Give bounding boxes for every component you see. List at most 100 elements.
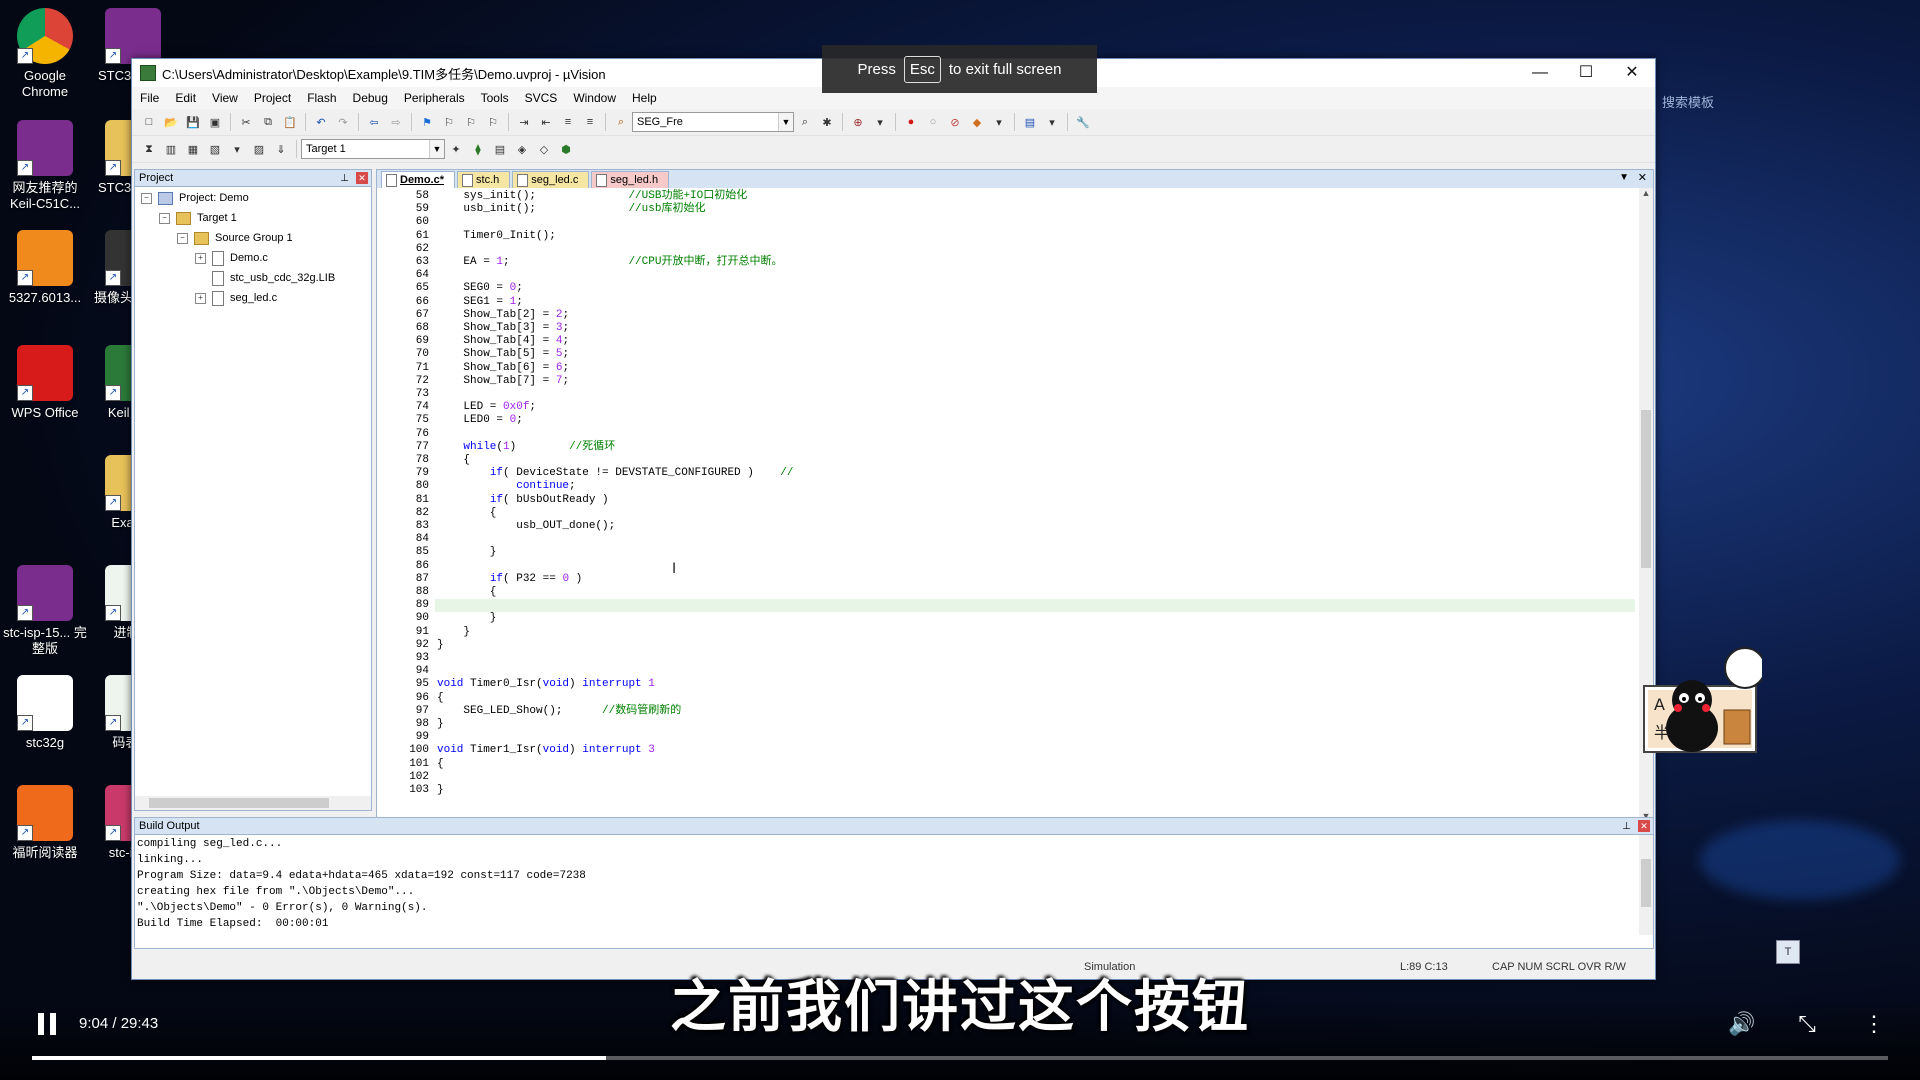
code-line[interactable]: if( P32 == 0 ) [437, 573, 582, 586]
menu-help[interactable]: Help [624, 91, 665, 105]
project-hscroll-thumb[interactable] [149, 798, 329, 808]
code-line[interactable]: LED0 = 0; [437, 414, 522, 427]
pause-button[interactable] [38, 1010, 62, 1038]
cut-icon[interactable]: ✂ [237, 113, 255, 131]
select-device-icon[interactable]: ⬢ [557, 140, 575, 158]
code-line[interactable]: } [437, 718, 444, 731]
tree-item[interactable]: − Target 1 [159, 208, 237, 228]
desktop-icon[interactable]: ↗ Google Chrome [0, 8, 90, 100]
code-line[interactable]: sys_init(); //USB功能+IO口初始化 [437, 190, 747, 203]
maximize-button[interactable]: ☐ [1563, 59, 1609, 87]
editor-tab[interactable]: stc.h [457, 171, 511, 188]
save-icon[interactable]: 💾 [184, 113, 202, 131]
build-output-text[interactable]: compiling seg_led.c... linking... Program … [137, 836, 586, 932]
nav-back-icon[interactable]: ⇦ [365, 113, 383, 131]
code-line[interactable]: SEG0 = 0; [437, 282, 522, 295]
scroll-up-icon[interactable]: ▲ [1639, 188, 1653, 198]
clear-bookmarks-icon[interactable]: ⚐ [484, 113, 502, 131]
menu-view[interactable]: View [204, 91, 246, 105]
new-file-icon[interactable]: □ [140, 113, 158, 131]
code-line[interactable]: if( bUsbOutReady ) [437, 494, 609, 507]
editor-tab[interactable]: seg_led.c [512, 171, 590, 188]
comment-icon[interactable]: ≡ [559, 113, 577, 131]
build-icon[interactable]: ▥ [162, 140, 180, 158]
chevron-down-icon[interactable]: ▼ [429, 140, 444, 158]
tray-icon[interactable]: T [1776, 940, 1800, 964]
desktop-icon[interactable]: ↗ 福昕阅读器 [0, 785, 90, 861]
stop-build-icon[interactable]: ▨ [250, 140, 268, 158]
code-line[interactable]: void Timer0_Isr(void) interrupt 1 [437, 678, 655, 691]
redo-icon[interactable]: ↷ [334, 113, 352, 131]
menu-peripherals[interactable]: Peripherals [396, 91, 473, 105]
target-options-icon[interactable]: ✦ [447, 140, 465, 158]
code-line[interactable]: } [437, 612, 497, 625]
find-in-files-icon[interactable]: ⌕ [612, 113, 630, 131]
save-all-icon[interactable]: ▣ [206, 113, 224, 131]
rebuild-icon[interactable]: ▦ [184, 140, 202, 158]
code-line[interactable]: if( DeviceState != DEVSTATE_CONFIGURED )… [437, 467, 794, 480]
debug-arrow-icon[interactable]: ▾ [871, 113, 889, 131]
menu-edit[interactable]: Edit [167, 91, 204, 105]
tree-item[interactable]: − Source Group 1 [177, 228, 293, 248]
indent-icon[interactable]: ⇥ [515, 113, 533, 131]
copy-icon[interactable]: ⧉ [259, 113, 277, 131]
build-vscroll[interactable] [1639, 835, 1653, 935]
menu-svcs[interactable]: SVCS [517, 91, 566, 105]
code-line[interactable]: Show_Tab[7] = 7; [437, 375, 569, 388]
uncomment-icon[interactable]: ≡ [581, 113, 599, 131]
expand-icon[interactable]: + [195, 252, 206, 264]
code-line[interactable]: usb_OUT_done(); [437, 520, 615, 533]
code-line[interactable]: Timer0_Init(); [437, 230, 555, 243]
code-line[interactable]: { [437, 758, 444, 771]
breakpoint-disable-icon[interactable]: ○ [924, 113, 942, 131]
code-line[interactable]: Show_Tab[6] = 6; [437, 362, 569, 375]
code-line[interactable]: Show_Tab[5] = 5; [437, 348, 569, 361]
window-layout-icon[interactable]: ▤ [1021, 113, 1039, 131]
close-pane-icon[interactable]: ✕ [356, 172, 368, 184]
find-icon[interactable]: ⌕ [796, 113, 814, 131]
editor-tab[interactable]: seg_led.h [591, 171, 670, 188]
find-combo[interactable]: SEG_Fre ▼ [632, 112, 794, 132]
menu-file[interactable]: File [132, 91, 167, 105]
minimize-button[interactable]: — [1517, 59, 1563, 87]
incremental-find-icon[interactable]: ✱ [818, 113, 836, 131]
code-line[interactable]: LED = 0x0f; [437, 401, 536, 414]
code-line[interactable]: } [437, 626, 470, 639]
pin-icon[interactable]: ⊥ [1622, 819, 1631, 835]
code-line[interactable]: void Timer1_Isr(void) interrupt 3 [437, 744, 655, 757]
code-line[interactable]: Show_Tab[3] = 3; [437, 322, 569, 335]
dropdown-icon[interactable]: ▾ [228, 140, 246, 158]
code-line[interactable]: Show_Tab[4] = 4; [437, 335, 569, 348]
collapse-icon[interactable]: − [159, 212, 170, 224]
build-vscroll-thumb[interactable] [1641, 859, 1651, 907]
menu-tools[interactable]: Tools [473, 91, 517, 105]
pack-installer-icon[interactable]: ◇ [535, 140, 553, 158]
close-tab-icon[interactable]: ✕ [1638, 171, 1647, 184]
code-area[interactable]: 58 59 60 61 62 63 64 65 66 67 68 69 70 71 72 73 74 75 76 77… [377, 188, 1637, 821]
code-line[interactable]: } [437, 546, 497, 559]
expand-icon[interactable]: + [195, 292, 206, 304]
code-line[interactable]: { [437, 692, 444, 705]
close-button[interactable]: ✕ [1609, 59, 1655, 87]
desktop-icon[interactable]: ↗ WPS Office [0, 345, 90, 421]
target-combo[interactable]: Target 1 ▼ [301, 139, 445, 159]
close-pane-icon[interactable]: ✕ [1638, 820, 1650, 832]
configure-icon[interactable]: 🔧 [1074, 113, 1092, 131]
components-icon[interactable]: ◈ [513, 140, 531, 158]
more-options-icon[interactable]: ⋮ [1858, 1010, 1890, 1038]
tree-item[interactable]: − Project: Demo [141, 188, 249, 208]
code-line[interactable]: while(1) //死循环 [437, 441, 615, 454]
code-line[interactable]: usb_init(); //usb库初始化 [437, 203, 705, 216]
collapse-icon[interactable]: − [141, 192, 152, 204]
menu-flash[interactable]: Flash [299, 91, 344, 105]
breakpoint-icon[interactable]: ● [902, 113, 920, 131]
code-line[interactable]: { [437, 454, 470, 467]
desktop-icon[interactable]: ↗ 5327.6013... [0, 230, 90, 306]
editor-vscroll-thumb[interactable] [1641, 410, 1651, 568]
video-progress-bar[interactable] [32, 1056, 1888, 1060]
collapse-icon[interactable]: − [177, 232, 188, 244]
tree-item[interactable]: stc_usb_cdc_32g.LIB [195, 268, 335, 288]
undo-icon[interactable]: ↶ [312, 113, 330, 131]
code-line[interactable]: } [437, 784, 444, 797]
code-line[interactable]: } [437, 639, 444, 652]
